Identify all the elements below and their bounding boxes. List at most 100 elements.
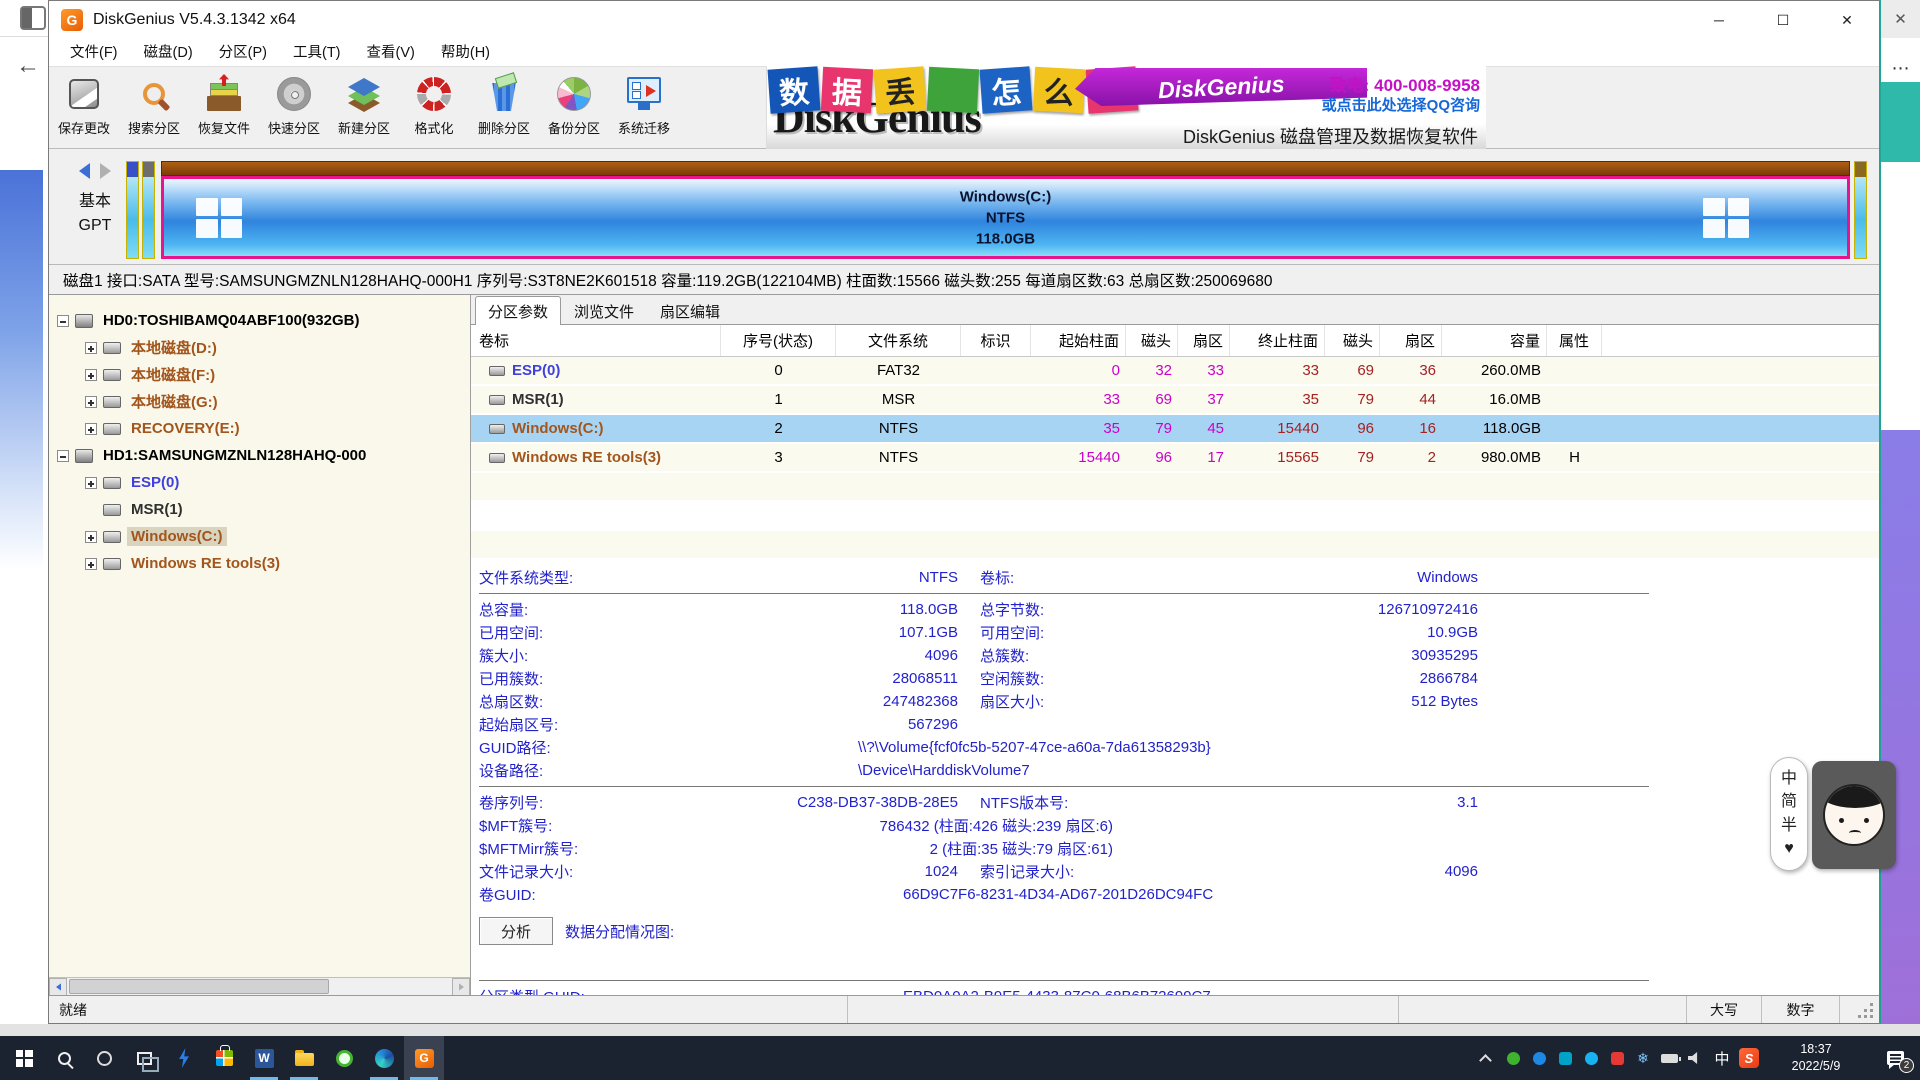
minimize-button[interactable]: ─ [1687,1,1751,39]
quick-partition-button[interactable]: 快速分区 [259,67,329,148]
partition-segment-re-tools[interactable] [1854,161,1867,259]
recover-files-button[interactable]: 恢复文件 [189,67,259,148]
tray-app-teal-icon[interactable] [1552,1036,1578,1080]
tree-item[interactable]: 本地磁盘(F:) [49,361,470,388]
thunder-app-button[interactable] [164,1036,204,1080]
back-arrow-icon[interactable]: ← [16,52,40,80]
scrollbar-thumb[interactable] [69,979,329,994]
column-header: 卷标 [471,325,721,356]
word-button[interactable]: W [244,1036,284,1080]
task-view-button[interactable] [124,1036,164,1080]
tree-item[interactable]: Windows(C:) [49,523,470,550]
menu-item[interactable]: 磁盘(D) [131,41,206,65]
close-button[interactable]: ✕ [1815,1,1879,39]
menu-item[interactable]: 查看(V) [354,41,428,65]
expand-icon[interactable] [85,477,97,489]
tab-browse-files[interactable]: 浏览文件 [561,298,647,324]
volume-icon[interactable] [1682,1036,1708,1080]
show-hidden-icons-icon[interactable] [1479,1054,1492,1067]
tree-item[interactable]: ESP(0) [49,469,470,496]
taskbar-clock[interactable]: 18:37 2022/5/9 [1768,1041,1864,1075]
browser-360-button[interactable] [324,1036,364,1080]
background-close-icon[interactable]: ✕ [1881,0,1920,38]
expand-icon[interactable] [85,342,97,354]
save-changes-button[interactable]: 保存更改 [49,67,119,148]
table-row[interactable]: Windows(C:)2NTFS357945154409616118.0GB [471,415,1879,442]
tab-partition-parameters[interactable]: 分区参数 [475,296,561,325]
format-button[interactable]: 格式化 [399,67,469,148]
expand-icon[interactable] [85,558,97,570]
collapse-icon[interactable] [57,450,69,462]
tray-app-qq-icon[interactable] [1578,1036,1604,1080]
maximize-button[interactable]: ☐ [1751,1,1815,39]
partition-segment-windows-c[interactable]: Windows(C:) NTFS 118.0GB [161,161,1850,259]
resize-grip[interactable] [1839,996,1879,1023]
detail-label: 已用簇数: [471,668,613,689]
titlebar: G DiskGenius V5.4.3.1342 x64 ─ ☐ ✕ [49,1,1879,39]
tab-sector-edit[interactable]: 扇区编辑 [647,298,733,324]
microsoft-store-button[interactable] [204,1036,244,1080]
search-partition-button[interactable]: 搜索分区 [119,67,189,148]
banner-phone[interactable]: 致电: 400-008-9958 [1330,71,1480,96]
taskbar-search-button[interactable] [44,1036,84,1080]
sogou-ime-widget[interactable]: 中 简 半 ♥ [1770,757,1920,873]
tree-item[interactable]: HD0:TOSHIBAMQ04ABF100(932GB) [49,307,470,334]
sogou-icon[interactable]: S [1736,1036,1762,1080]
collapse-icon[interactable] [57,315,69,327]
expand-icon[interactable] [85,531,97,543]
new-partition-button[interactable]: 新建分区 [329,67,399,148]
detail-row: 簇大小:4096总簇数:30935295 [471,644,1879,667]
diskgenius-icon: G [415,1049,434,1068]
table-cell: 15440 [1031,449,1126,466]
quick-partition-icon [272,72,316,116]
table-row[interactable]: Windows RE tools(3)3NTFS1544096171556579… [471,444,1879,471]
file-explorer-button[interactable] [284,1036,324,1080]
tray-app-blue-icon[interactable] [1526,1036,1552,1080]
edge-button[interactable] [364,1036,404,1080]
menu-item[interactable]: 帮助(H) [428,41,503,65]
tree-item[interactable]: MSR(1) [49,496,470,523]
diskgenius-button[interactable]: G [404,1036,444,1080]
table-row[interactable]: MSR(1)1MSR33693735794416.0MB [471,386,1879,413]
tree-item[interactable]: HD1:SAMSUNGMZNLN128HAHQ-000 [49,442,470,469]
tree-item[interactable]: RECOVERY(E:) [49,415,470,442]
more-options-icon[interactable]: ⋯ [1881,56,1920,80]
action-center-button[interactable]: 2 [1870,1036,1920,1080]
menu-item[interactable]: 分区(P) [206,41,280,65]
expand-icon[interactable] [85,396,97,408]
banner-qq-link[interactable]: 或点击此处选择QQ咨询 [1322,94,1480,115]
expand-icon[interactable] [85,423,97,435]
partition-segment-esp[interactable] [126,161,139,259]
table-header: 卷标序号(状态)文件系统标识起始柱面磁头扇区终止柱面磁头扇区容量属性 [471,325,1879,357]
start-button[interactable] [4,1036,44,1080]
detail-row: 已用簇数:28068511空闲簇数:2866784 [471,667,1879,690]
menu-item[interactable]: 文件(F) [57,41,131,65]
toolbar: 保存更改搜索分区恢复文件快速分区新建分区格式化删除分区备份分区系统迁移 数据丢怎… [49,67,1879,149]
menu-item[interactable]: 工具(T) [280,41,354,65]
expand-icon[interactable] [85,369,97,381]
tree-item[interactable]: 本地磁盘(G:) [49,388,470,415]
tree-item[interactable]: Windows RE tools(3) [49,550,470,577]
tray-snowflake-icon[interactable]: ❄ [1630,1036,1656,1080]
analyze-button[interactable]: 分析 [479,917,553,945]
partition-segment-msr[interactable] [142,161,155,259]
next-disk-icon[interactable] [100,163,111,179]
table-row[interactable]: ESP(0)0FAT3203233336936260.0MB [471,357,1879,384]
delete-partition-button[interactable]: 删除分区 [469,67,539,148]
cortana-button[interactable] [84,1036,124,1080]
ime-status-pill[interactable]: 中 简 半 ♥ [1770,757,1808,871]
ad-banner[interactable]: 数据丢怎么! DiskGenius DiskGenius 致电: 400-008… [766,66,1486,149]
volume-name: MSR(1) [512,391,564,408]
scrollbar-track[interactable] [67,978,452,996]
tray-app-red-icon[interactable] [1604,1036,1630,1080]
tree-item[interactable]: 本地磁盘(D:) [49,334,470,361]
tray-app-green-icon[interactable] [1500,1036,1526,1080]
backup-partition-button[interactable]: 备份分区 [539,67,609,148]
system-migration-button[interactable]: 系统迁移 [609,67,679,148]
horizontal-scrollbar[interactable] [49,977,470,995]
scroll-right-button[interactable] [452,978,470,996]
ime-indicator[interactable]: 中 [1708,1048,1736,1069]
scroll-left-button[interactable] [49,978,67,996]
battery-icon[interactable] [1656,1036,1682,1080]
previous-disk-icon[interactable] [79,163,90,179]
